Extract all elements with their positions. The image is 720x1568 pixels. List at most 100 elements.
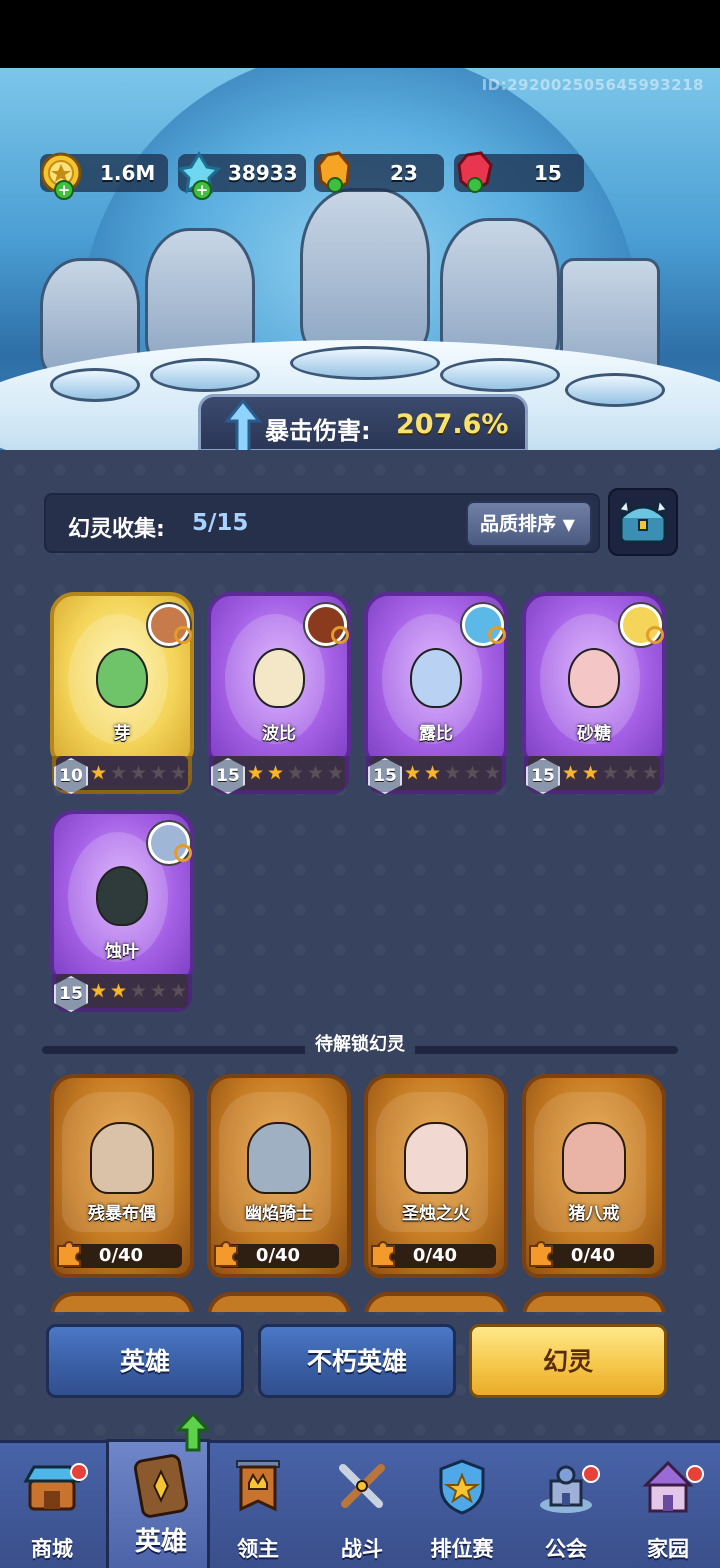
spirit-card[interactable]: 波比 15 ★ ★ ★ ★ ★ — [207, 592, 351, 798]
nav-shop[interactable]: 商城 — [0, 1443, 104, 1568]
nav-label: 英雄 — [134, 1527, 187, 1557]
spirit-card[interactable]: 露比 15 ★ ★ ★ ★ ★ — [364, 592, 508, 798]
star-icon: ★ — [464, 762, 482, 784]
star-rating: ★ ★ ★ ★ ★ — [90, 982, 189, 1004]
star-icon: ★ — [110, 980, 128, 1002]
link-icon — [174, 626, 192, 644]
tab-spirits[interactable]: 幻灵 — [469, 1324, 667, 1398]
puzzle-piece-icon — [214, 1241, 238, 1267]
spirit-card[interactable]: 砂糖 15 ★ ★ ★ ★ ★ — [522, 592, 666, 798]
spirit-name: 残暴布偶 — [88, 1204, 156, 1224]
star-icon: ★ — [307, 762, 325, 784]
star-icon: ★ — [602, 762, 620, 784]
gold-coin-icon: + — [36, 148, 86, 200]
upgrade-arrow-icon — [176, 1412, 210, 1452]
nav-heroes[interactable]: 英雄 — [106, 1439, 210, 1568]
star-icon: ★ — [247, 762, 265, 784]
star-icon: ★ — [562, 762, 580, 784]
star-icon: ★ — [444, 762, 462, 784]
puzzle-piece-icon — [371, 1241, 395, 1267]
spirit-name: 芽 — [113, 724, 131, 744]
resource-gold[interactable]: + 1.6M — [40, 152, 168, 200]
resource-orange-crystal[interactable]: 23 — [314, 151, 444, 193]
spirit-name: 猪八戒 — [568, 1204, 620, 1224]
plus-icon[interactable]: + — [192, 180, 212, 200]
spirit-name: 蚀叶 — [105, 942, 139, 962]
star-icon: ★ — [170, 762, 188, 784]
star-icon: ★ — [110, 762, 128, 784]
main-panel: 幻灵收集: 5/15 品质排序 ▼ 芽 10 ★ ★ ★ ★ ★ 波比 15 ★ ★ ★ ★ ★ — [0, 450, 720, 1440]
statue-banner: ID:292002505645993218 + 1.6M + 38933 23 — [0, 68, 720, 450]
spirit-card[interactable]: 蚀叶 15 ★ ★ ★ ★ ★ — [50, 810, 194, 1016]
star-icon: ★ — [582, 762, 600, 784]
chest-icon — [617, 497, 669, 544]
nav-battle[interactable]: 战斗 — [310, 1443, 414, 1568]
link-icon — [646, 626, 664, 644]
treasure-chest-button[interactable] — [608, 488, 678, 556]
notification-dot — [70, 1463, 88, 1481]
nav-lord[interactable]: 领主 — [206, 1443, 310, 1568]
star-rating: ★ ★ ★ ★ ★ — [247, 764, 346, 786]
resource-red-crystal[interactable]: 15 — [454, 151, 584, 193]
nav-label: 排位赛 — [430, 1537, 494, 1561]
ice-pedestal — [150, 358, 260, 392]
bottom-nav: 商城 英雄 领主 战斗 排位赛 公会 家园 — [0, 1439, 720, 1568]
red-crystal-value: 15 — [534, 161, 562, 185]
star-icon: ★ — [90, 762, 108, 784]
plus-icon[interactable]: + — [54, 180, 74, 200]
star-rating: ★ ★ ★ ★ ★ — [404, 764, 503, 786]
star-icon: ★ — [287, 762, 305, 784]
sort-label: 品质排序 — [480, 513, 557, 535]
collection-bar: 幻灵收集: 5/15 品质排序 ▼ — [44, 493, 600, 553]
nav-label: 公会 — [545, 1537, 587, 1561]
spirit-sprite — [404, 1122, 468, 1194]
star-icon: ★ — [90, 980, 108, 1002]
star-icon: ★ — [642, 762, 660, 784]
locked-title-text: 待解锁幻灵 — [305, 1034, 415, 1055]
locked-spirit-card[interactable]: 圣烛之火 0/40 — [364, 1074, 508, 1280]
status-bar — [0, 0, 720, 68]
resource-diamond[interactable]: + 38933 — [177, 151, 306, 200]
collection-count: 5/15 — [192, 510, 249, 536]
lord-banner-icon — [228, 1457, 288, 1517]
spirit-name: 幽焰骑士 — [245, 1204, 313, 1224]
quality-sort-button[interactable]: 品质排序 ▼ — [466, 501, 592, 547]
blue-crystal-icon: + — [174, 148, 224, 200]
orange-crystal-icon — [310, 148, 360, 198]
crit-label: 暴击伤害: — [265, 417, 371, 445]
link-icon — [174, 844, 192, 862]
spirit-sprite — [410, 648, 462, 708]
spirit-sprite — [253, 648, 305, 708]
star-icon: ★ — [404, 762, 422, 784]
spirit-card[interactable]: 芽 10 ★ ★ ★ ★ ★ — [50, 592, 194, 798]
nav-guild[interactable]: 公会 — [514, 1443, 618, 1568]
ice-statue-dragon — [300, 188, 430, 358]
spirit-sprite — [568, 648, 620, 708]
crit-damage-panel: 暴击伤害: 207.6% — [198, 394, 528, 450]
orange-crystal-value: 23 — [390, 161, 418, 185]
nav-ranked[interactable]: 排位赛 — [410, 1443, 514, 1568]
locked-spirit-card[interactable]: 幽焰骑士 0/40 — [207, 1074, 351, 1280]
crossed-swords-icon — [332, 1457, 392, 1517]
locked-spirit-card[interactable]: 猪八戒 0/40 — [522, 1074, 666, 1280]
spirit-sprite — [247, 1122, 311, 1194]
star-icon: ★ — [130, 980, 148, 1002]
resource-bar: + 1.6M + 38933 23 15 — [18, 151, 584, 200]
nav-label: 商城 — [31, 1537, 73, 1561]
star-icon: ★ — [130, 762, 148, 784]
nav-label: 家园 — [647, 1537, 689, 1561]
red-crystal-icon — [450, 148, 500, 198]
triangle-down-icon: ▼ — [562, 515, 575, 534]
ice-pedestal — [50, 368, 140, 402]
spirit-sprite — [562, 1122, 626, 1194]
notification-dot — [686, 1465, 704, 1483]
tab-heroes[interactable]: 英雄 — [46, 1324, 244, 1398]
card-frame — [207, 1292, 351, 1312]
tab-immortal-heroes[interactable]: 不朽英雄 — [258, 1324, 456, 1398]
more-cards-peek — [50, 1292, 670, 1312]
locked-spirit-card[interactable]: 残暴布偶 0/40 — [50, 1074, 194, 1280]
nav-home[interactable]: 家园 — [616, 1443, 720, 1568]
star-rating: ★ ★ ★ ★ ★ — [90, 764, 189, 786]
up-arrow-icon — [223, 399, 263, 450]
notification-dot — [582, 1465, 600, 1483]
